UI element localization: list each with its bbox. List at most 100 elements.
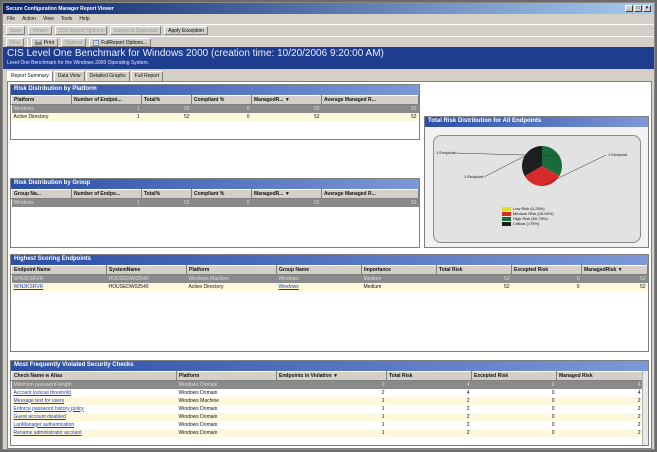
group-col-header[interactable]: Compliant %	[191, 189, 252, 199]
find-label: Find	[10, 39, 20, 46]
check-link[interactable]: Account lockout threshold	[12, 389, 177, 397]
platform-col-header[interactable]: Total%	[141, 95, 192, 105]
table-cell: Windows	[11, 104, 72, 113]
title-bar[interactable]: Secure Configuration Manager Report View…	[3, 3, 654, 14]
group-col-header[interactable]: Average Managed R...	[321, 189, 419, 199]
legend-swatch	[502, 211, 511, 216]
table-row[interactable]: Guest account disabled Windows Domain 1 2 0 2	[11, 412, 643, 421]
close-button[interactable]: ×	[643, 5, 651, 12]
print-button[interactable]: Print	[30, 38, 59, 47]
toolbar-separator	[26, 38, 28, 47]
table-row[interactable]: LanManager authentication Windows Domain 1…	[12, 421, 643, 429]
maximize-button[interactable]: □	[634, 5, 642, 12]
platform-col-header[interactable]: Platform	[11, 95, 72, 105]
menu-action[interactable]: Action	[22, 16, 36, 22]
check-link[interactable]: Enforce password history policy	[12, 405, 177, 413]
viewer-button[interactable]: Viewer	[28, 26, 52, 35]
table-row[interactable]: Minimum password length Windows Domain 2 4 0…	[11, 380, 643, 389]
table-cell: 2	[637, 421, 641, 428]
tab-report-summary[interactable]: Report Summary	[7, 71, 53, 81]
check-link[interactable]: Minimum password length	[11, 380, 177, 389]
options-button[interactable]: Options	[61, 38, 87, 47]
check-link[interactable]: Message text for users	[11, 396, 177, 405]
full-report-options-label: FullReport Options...	[101, 39, 148, 46]
group-col-header[interactable]: Group Na...	[11, 189, 72, 199]
platform-col-header[interactable]: ManagedR... ▼	[251, 95, 322, 105]
table-cell: 1	[381, 421, 385, 428]
endpoint-link[interactable]: WIN2KSRVR	[11, 282, 107, 291]
group-col-header[interactable]: Total%	[141, 189, 192, 199]
check-link[interactable]: Rename administrator account	[11, 428, 177, 437]
table-row[interactable]: Rename administrator account Windows Doma…	[11, 428, 643, 437]
group-col-header[interactable]: ManagedR... ▼	[251, 189, 322, 199]
table-cell: Windows	[11, 198, 72, 207]
checks-col-header[interactable]: Total Risk	[386, 371, 472, 381]
group-col-header[interactable]: Number of Endpo...	[71, 189, 142, 199]
table-cell: 52	[321, 198, 419, 207]
endpoints-col-header[interactable]: ManagedRisk ▼	[581, 265, 648, 275]
tab-full-report[interactable]: Full Report	[130, 71, 164, 81]
table-cell: HOUSEDW02540	[106, 274, 187, 283]
checks-col-header[interactable]: Managed Risk	[556, 371, 643, 381]
endpoints-col-header[interactable]: SystemName	[106, 265, 187, 275]
csv-export-options-button[interactable]: CSV Export Options	[54, 26, 108, 35]
group-table: Group Na... Number of Endpo... Total% Co…	[11, 189, 419, 207]
find-button[interactable]: Find	[6, 38, 24, 47]
table-cell: 0	[471, 380, 557, 389]
table-cell: 52	[321, 104, 419, 113]
apply-exception-label: Apply Exception	[168, 27, 205, 34]
tab-detailed-graphs[interactable]: Detailed Graphs	[85, 71, 130, 81]
menu-tools[interactable]: Tools	[61, 16, 73, 22]
checks-col-header[interactable]: Platform	[176, 371, 277, 381]
table-row[interactable]: Enforce password history policy Windows D…	[12, 405, 643, 413]
checks-col-header[interactable]: Check Name w Alias	[11, 371, 177, 381]
group-link[interactable]: Windows	[276, 282, 362, 291]
check-link[interactable]: Guest account disabled	[11, 412, 177, 421]
save-button[interactable]: Save	[6, 26, 26, 35]
table-cell: 2	[556, 396, 643, 405]
table-cell: Active Directory	[186, 282, 277, 291]
table-cell: Medium	[361, 274, 437, 283]
table-cell[interactable]: WIN2KSRVR	[11, 274, 107, 283]
apply-exception-button[interactable]: Apply Exception	[164, 26, 209, 35]
full-report-options-button[interactable]: FullReport Options...	[89, 38, 152, 47]
endpoints-col-header[interactable]: Platform	[186, 265, 277, 275]
minimize-button[interactable]: _	[625, 5, 633, 12]
endpoints-col-header[interactable]: Group Name	[276, 265, 362, 275]
table-cell: HOUSEDW02540	[106, 282, 187, 291]
endpoints-panel: Highest Scoring Endpoints Endpoint Name …	[10, 254, 649, 352]
table-cell: 2	[386, 412, 472, 421]
chart-panel-title: Total Risk Distribution for All Endpoint…	[425, 117, 648, 127]
table-row[interactable]: WIN2KSRVR HOUSEDW02540 Windows Machine W…	[11, 274, 648, 283]
export-clipboard-button[interactable]: Export to Clipboard	[110, 26, 162, 35]
checks-col-header[interactable]: Endpoints in Violation ▼	[276, 371, 387, 381]
endpoints-col-header[interactable]: Total Risk	[436, 265, 512, 275]
table-cell: Windows Domain	[176, 428, 277, 437]
checks-scrollbar[interactable]	[642, 371, 648, 445]
endpoints-col-header[interactable]: Excepted Risk	[511, 265, 582, 275]
printer-icon	[34, 39, 42, 45]
check-link[interactable]: LanManager authentication	[12, 421, 177, 429]
table-row[interactable]: Windows 1 52 0 52 52	[11, 104, 419, 113]
checks-panel: Most Frequently Violated Security Checks…	[10, 360, 649, 446]
pie-label: 1 Endpoint	[464, 174, 484, 179]
menu-help[interactable]: Help	[79, 16, 89, 22]
platform-col-header[interactable]: Number of Endpoi...	[71, 95, 142, 105]
platform-col-header[interactable]: Compliant %	[191, 95, 252, 105]
platform-col-header[interactable]: Average Managed R...	[321, 95, 419, 105]
table-row[interactable]: Message text for users Windows Machine 1 2 0…	[11, 396, 643, 405]
table-row[interactable]: Windows 1 52 0 52 52	[11, 198, 419, 207]
table-row[interactable]: Active Directory 1 52 0 52 52	[11, 112, 419, 121]
pie-chart	[453, 146, 607, 187]
menu-file[interactable]: File	[7, 16, 15, 22]
table-cell[interactable]: Windows	[276, 274, 362, 283]
endpoints-col-header[interactable]: Importance	[361, 265, 437, 275]
platform-panel: Risk Distribution by Platform Platform N…	[10, 84, 420, 140]
table-row[interactable]: WIN2KSRVR HOUSEDW02540 Active Directory …	[11, 282, 648, 291]
menu-view[interactable]: View	[43, 16, 54, 22]
table-cell: 0	[191, 112, 252, 121]
checks-col-header[interactable]: Excepted Risk	[471, 371, 557, 381]
table-row[interactable]: Account lockout threshold Windows Domain 2…	[12, 389, 643, 397]
endpoints-col-header[interactable]: Endpoint Name	[11, 265, 107, 275]
tab-data-view[interactable]: Data View	[53, 71, 85, 81]
